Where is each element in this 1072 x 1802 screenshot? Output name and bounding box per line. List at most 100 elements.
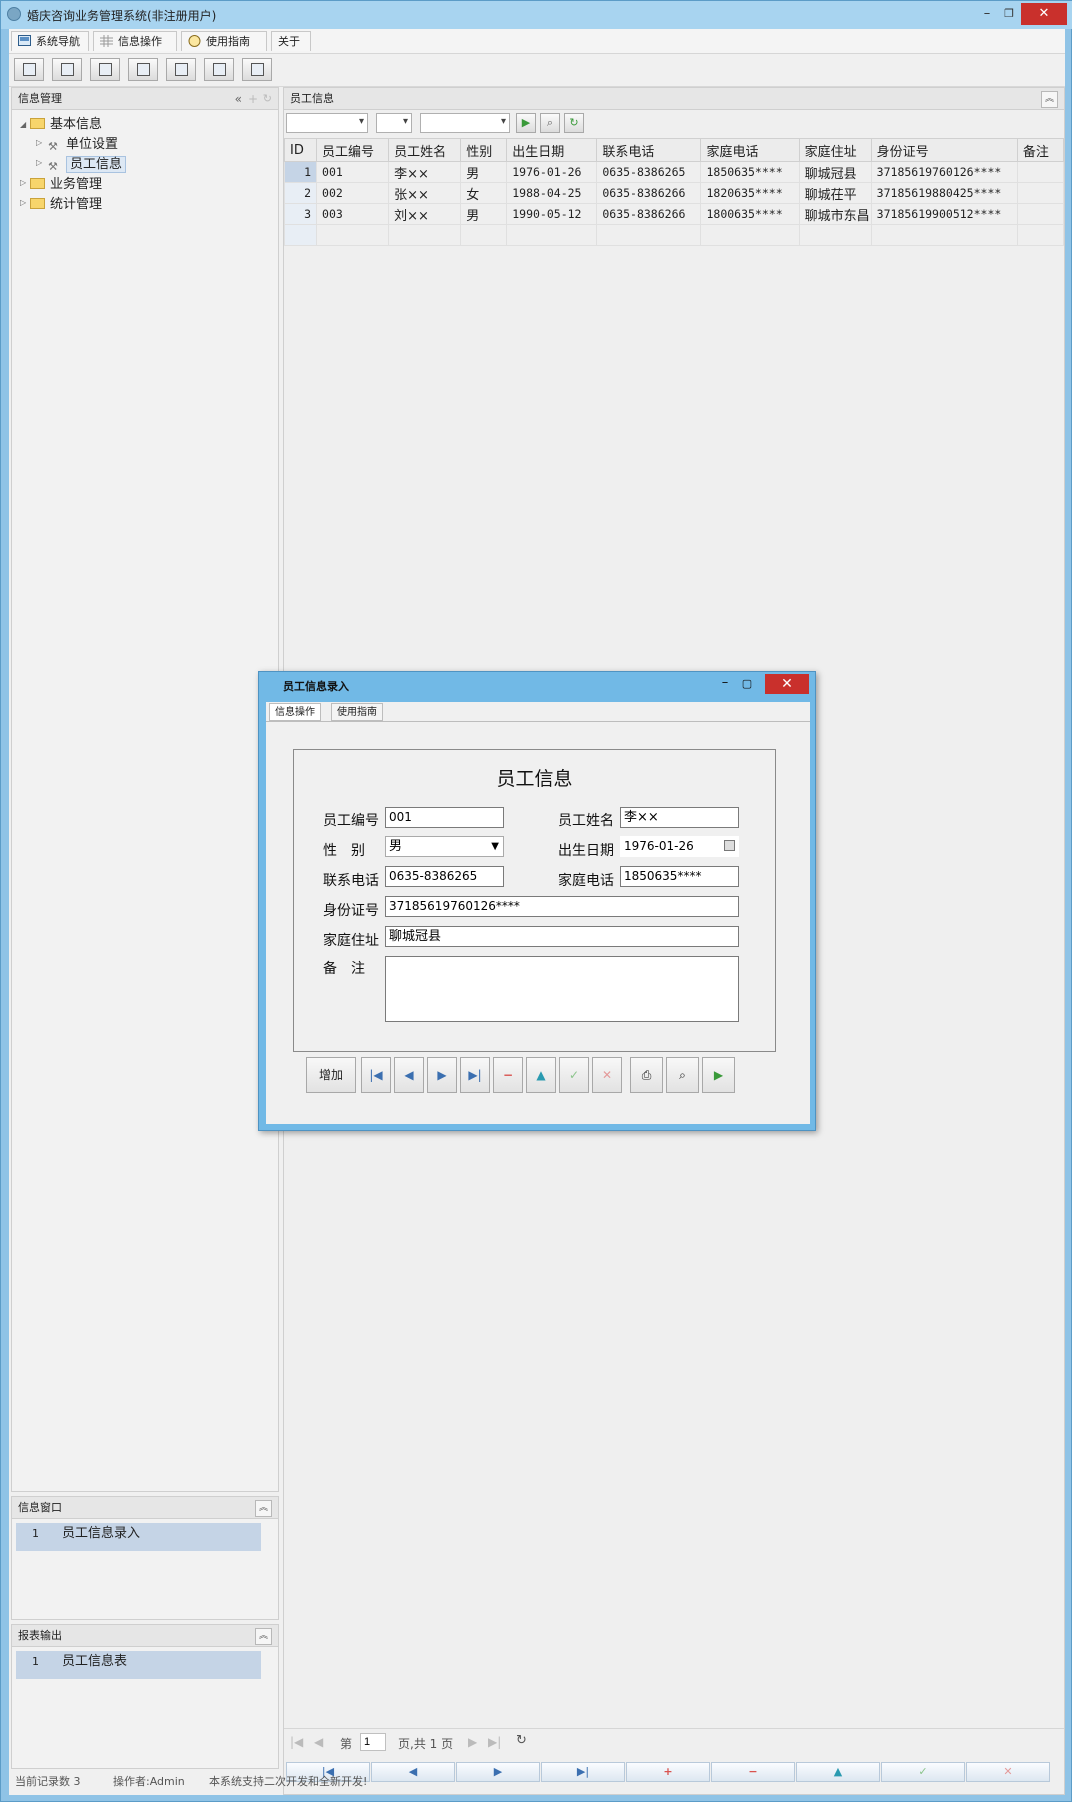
column-header[interactable]: 身份证号 [870,138,1018,162]
close-button[interactable]: ✕ [1021,3,1067,25]
gender-select[interactable]: 男 ▼ [385,836,504,857]
phone-label: 联系电话 [323,873,379,889]
column-header[interactable]: 家庭住址 [798,138,872,162]
first-button[interactable]: |◀ [361,1057,391,1093]
toolbar-document-button[interactable] [90,58,120,81]
last-page-icon[interactable]: ▶| [488,1735,501,1749]
page-input[interactable] [360,1733,386,1751]
cancel-button[interactable]: ✕ [592,1057,622,1093]
tab-about[interactable]: 关于 [271,31,311,51]
expand-arrow-icon[interactable]: ◢ [20,120,26,129]
toolbar-users-button[interactable] [128,58,158,81]
tree-node-business-management[interactable]: 业务管理 [30,176,102,194]
column-header[interactable]: 员工姓名 [388,138,462,162]
tree-node-statistics[interactable]: 统计管理 [30,196,102,214]
tab-system-navigation[interactable]: 系统导航 [11,31,89,51]
toolbar-export-button[interactable] [204,58,234,81]
dialog-tab-info-operation[interactable]: 信息操作 [269,703,321,721]
filter-operator-select[interactable] [376,113,412,133]
remark-field[interactable] [385,956,739,1022]
column-header[interactable]: 备注 [1016,138,1065,162]
collapsed-arrow-icon[interactable]: ▷ [36,138,42,147]
birth-date-field[interactable]: 1976-01-26 [620,836,739,857]
up-triangle-icon: ▲ [536,1068,546,1082]
address-field[interactable]: 聊城冠县 [385,926,739,947]
tab-user-guide[interactable]: 使用指南 [181,31,267,51]
filter-field-select[interactable] [286,113,368,133]
minimize-button[interactable]: – [977,3,997,25]
toolbar-window-button[interactable] [52,58,82,81]
folder-icon [30,178,45,189]
toolbar-report-button[interactable] [166,58,196,81]
edit-button[interactable]: ▲ [526,1057,556,1093]
column-header[interactable]: 员工编号 [316,138,390,162]
emp-name-label: 员工姓名 [558,813,614,829]
table-row[interactable]: 1 001 李×× 男 1976-01-26 0635-8386265 1850… [283,161,1065,183]
panel-header: 信息窗口 [12,1497,278,1519]
list-item[interactable]: 1 员工信息表 [16,1651,261,1679]
emp-name-field[interactable]: 李×× [620,807,739,828]
refresh-button[interactable]: ↻ [564,113,584,133]
print-button[interactable]: ⎙ [630,1057,663,1093]
tab-info-operation[interactable]: 信息操作 [93,31,177,51]
prev-page-icon[interactable]: ◀ [314,1735,323,1749]
list-item[interactable]: 1 员工信息录入 [16,1523,261,1551]
next-button[interactable]: ▶ [427,1057,457,1093]
dialog-maximize-button[interactable]: ▢ [737,674,757,694]
restore-button[interactable]: ❐ [999,3,1019,25]
table-row[interactable]: 3 003 刘×× 男 1990-05-12 0635-8386266 1800… [283,203,1065,225]
filter-value-select[interactable] [420,113,510,133]
toolbar-print-button[interactable] [242,58,272,81]
filter-icon: ⌕ [546,116,554,129]
column-header[interactable]: 出生日期 [506,138,598,162]
info-window-panel: 信息窗口 ︽ 1 员工信息录入 [11,1496,279,1620]
column-header[interactable]: 性别 [460,138,508,162]
address-label: 家庭住址 [323,933,379,949]
run-button[interactable]: ▶ [702,1057,735,1093]
clear-filter-button[interactable]: ⌕ [540,113,560,133]
preview-button[interactable]: ⌕ [666,1057,699,1093]
first-page-icon[interactable]: |◀ [290,1735,303,1749]
grid-icon [100,35,113,47]
next-page-icon[interactable]: ▶ [468,1735,477,1749]
dialog-tab-user-guide[interactable]: 使用指南 [331,703,383,721]
status-note: 本系统支持二次开发和全新开发! [209,1775,368,1788]
play-icon: ▶ [713,1068,724,1082]
phone-field[interactable]: 0635-8386265 [385,866,504,887]
home-phone-field[interactable]: 1850635**** [620,866,739,887]
dialog-close-button[interactable]: ✕ [765,674,809,694]
refresh-icon[interactable]: ↻ [516,1733,527,1748]
calendar-icon[interactable] [724,840,735,851]
prev-button[interactable]: ◀ [394,1057,424,1093]
status-bar: 当前记录数 3 操作者:Admin 本系统支持二次开发和全新开发! [9,1769,1065,1795]
column-header[interactable]: ID [283,138,318,162]
run-filter-button[interactable]: ▶ [516,113,536,133]
id-card-label: 身份证号 [323,903,379,919]
last-button[interactable]: ▶| [460,1057,490,1093]
collapse-icon[interactable]: ︽ [1041,91,1058,108]
table-row-empty [283,224,1065,246]
tree-node-unit-settings[interactable]: ⚒ 单位设置 [48,136,118,154]
collapsed-arrow-icon[interactable]: ▷ [36,158,42,167]
add-button[interactable]: 增加 [306,1057,356,1093]
birth-label: 出生日期 [558,843,614,859]
dialog-minimize-button[interactable]: – [715,674,735,694]
collapse-left-icon[interactable]: « [235,88,242,110]
collapse-icon[interactable]: ︽ [255,1628,272,1645]
collapsed-arrow-icon[interactable]: ▷ [20,198,26,207]
column-header[interactable]: 家庭电话 [700,138,800,162]
tree-node-employee-info[interactable]: ⚒ 员工信息 [48,156,127,174]
tree-node-basic-info[interactable]: 基本信息 [30,116,102,134]
delete-button[interactable]: − [493,1057,523,1093]
toolbar-search-button[interactable] [14,58,44,81]
table-row[interactable]: 2 002 张×× 女 1988-04-25 0635-8386266 1820… [283,182,1065,204]
collapse-icon[interactable]: ︽ [255,1500,272,1517]
collapsed-arrow-icon[interactable]: ▷ [20,178,26,187]
id-card-field[interactable]: 37185619760126**** [385,896,739,917]
save-button[interactable]: ✓ [559,1057,589,1093]
column-header[interactable]: 联系电话 [596,138,702,162]
refresh-icon[interactable]: ↻ [263,88,272,110]
tools-icon: ⚒ [48,160,58,173]
add-icon[interactable]: + [248,88,258,110]
emp-no-field[interactable]: 001 [385,807,504,828]
